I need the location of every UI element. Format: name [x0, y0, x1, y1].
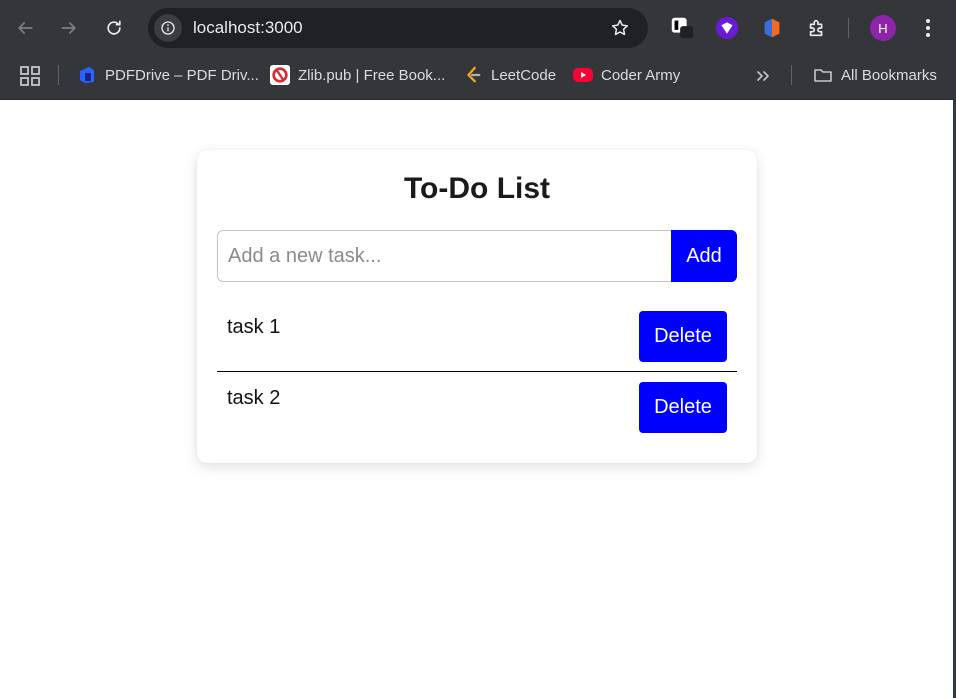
extension-notion-icon[interactable] — [668, 14, 696, 42]
extension-color-icon[interactable] — [758, 14, 786, 42]
task-item: task 2 Delete — [217, 373, 737, 443]
zlib-icon — [270, 65, 290, 85]
info-icon — [161, 21, 175, 35]
browser-toolbar: localhost:3000 H — [0, 0, 956, 56]
task-text: task 1 — [227, 316, 281, 338]
all-bookmarks-label: All Bookmarks — [841, 66, 937, 84]
bookmarks-divider — [58, 65, 59, 85]
bookmark-label: Zlib.pub | Free Book... — [298, 66, 446, 84]
address-bar[interactable]: localhost:3000 — [148, 8, 648, 48]
add-task-form: Add — [217, 230, 737, 282]
bookmark-label: PDFDrive – PDF Driv... — [105, 66, 259, 84]
todo-card: To-Do List Add task 1 Delete task 2 Dele… — [197, 150, 757, 463]
delete-button[interactable]: Delete — [639, 311, 727, 362]
pdfdrive-icon — [77, 65, 97, 85]
bookmark-pdfdrive[interactable]: PDFDrive – PDF Driv... — [77, 63, 259, 87]
url-text[interactable]: localhost:3000 — [193, 18, 303, 38]
bookmark-zlib[interactable]: Zlib.pub | Free Book... — [270, 63, 445, 87]
bookmark-label: LeetCode — [491, 66, 557, 84]
bookmark-label: Coder Army — [601, 66, 681, 84]
extensions-puzzle-icon[interactable] — [803, 14, 831, 42]
bookmark-leetcode[interactable]: LeetCode — [463, 63, 556, 87]
bookmarks-divider — [791, 65, 792, 85]
extension-shield-icon[interactable] — [713, 14, 741, 42]
reload-button[interactable] — [98, 12, 130, 44]
chevron-double-right-icon[interactable] — [752, 65, 774, 87]
folder-icon — [813, 65, 833, 85]
browser-chrome: localhost:3000 H PDFDrive – PDF Driv... — [0, 0, 956, 100]
menu-dots-icon[interactable] — [918, 14, 938, 42]
arrow-right-icon — [61, 22, 76, 34]
back-button[interactable] — [9, 12, 41, 44]
bookmark-coder-army[interactable]: Coder Army — [573, 63, 680, 87]
leetcode-icon — [463, 65, 483, 85]
toolbar-divider — [848, 18, 849, 38]
youtube-icon — [573, 68, 593, 82]
add-button[interactable]: Add — [671, 230, 737, 282]
task-item: task 1 Delete — [217, 302, 737, 372]
all-bookmarks-button[interactable]: All Bookmarks — [813, 63, 937, 87]
reload-icon — [107, 20, 121, 35]
bookmark-star-icon[interactable] — [610, 18, 630, 38]
task-input[interactable] — [217, 230, 671, 282]
apps-grid-icon[interactable] — [19, 65, 41, 87]
task-text: task 2 — [227, 387, 281, 409]
bookmarks-bar: PDFDrive – PDF Driv... Zlib.pub | Free B… — [0, 56, 956, 100]
delete-button[interactable]: Delete — [639, 382, 727, 433]
site-info-button[interactable] — [154, 14, 182, 42]
arrow-left-icon — [18, 22, 33, 34]
profile-avatar[interactable]: H — [870, 15, 896, 41]
page-title: To-Do List — [403, 172, 551, 205]
forward-button[interactable] — [53, 12, 85, 44]
